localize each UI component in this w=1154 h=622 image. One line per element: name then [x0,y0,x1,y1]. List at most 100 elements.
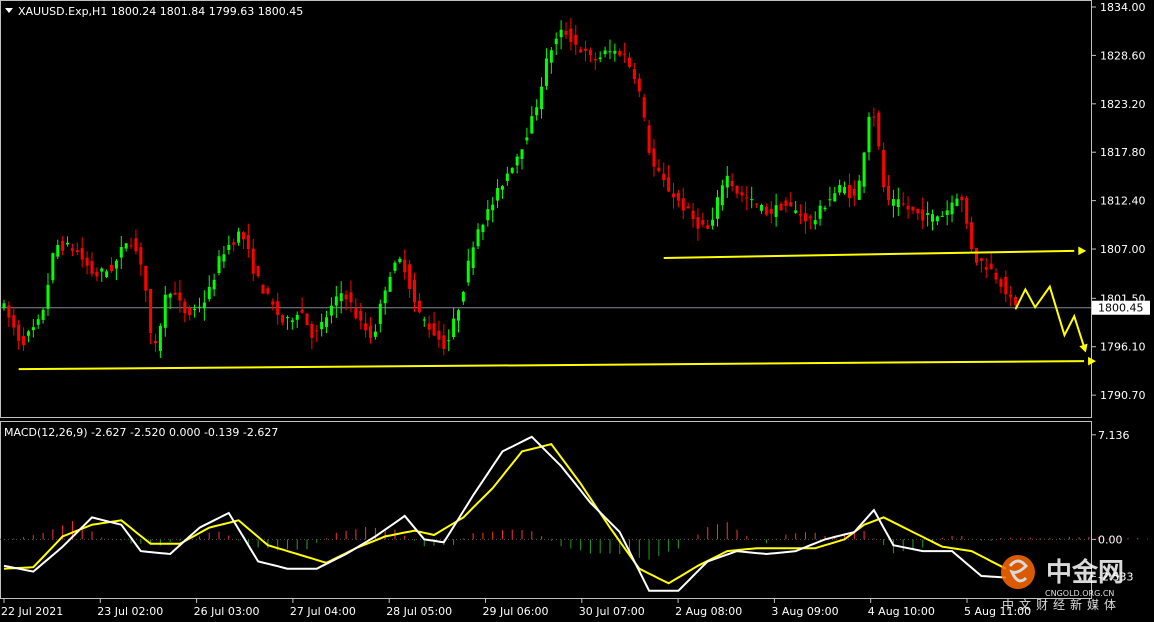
candle-body [173,292,177,295]
candle-body [12,315,16,328]
candle-body [833,193,837,202]
candle-body [955,198,959,206]
candle-body [144,265,148,291]
candle-body [46,284,50,309]
candle-body [867,116,871,153]
candle-body [921,209,925,221]
candle-body [569,28,573,42]
candle-body [554,38,558,45]
candle-body [774,205,778,217]
candle-body [979,258,983,261]
candle-body [779,203,783,211]
candle-body [794,210,798,213]
candle-body [22,335,26,346]
candle-body [476,229,480,247]
time-tick-label: 26 Jul 03:00 [194,605,260,618]
candle-body [251,248,255,274]
candle-body [344,294,348,300]
candle-body [256,266,260,277]
time-tick-label: 2 Aug 08:00 [675,605,742,618]
candle-body [891,199,895,206]
candle-body [999,279,1003,287]
candle-body [1014,296,1018,306]
candle-body [70,248,74,251]
candle-body [530,116,534,134]
watermark-title: 中金网 [1046,557,1124,588]
candle-body [456,310,460,321]
candle-body [725,175,729,188]
candle-body [408,264,412,289]
candle-body [843,187,847,194]
watermark-subtitle: 中文财经新媒体 [1002,597,1121,612]
candle-body [989,263,993,270]
candle-body [437,330,441,340]
candle-body [290,320,294,323]
candle-body [828,199,832,201]
candle-body [691,210,695,219]
candle-body [652,148,656,167]
candle-body [168,293,172,298]
candle-body [378,303,382,324]
time-tick-label: 29 Jul 06:00 [483,605,549,618]
candle-body [818,205,822,219]
candle-body [657,167,661,172]
candle-body [1009,294,1013,298]
candle-body [261,284,265,294]
time-tick-label: 28 Jul 05:00 [386,605,452,618]
candle-body [970,222,974,250]
candle-body [207,286,211,300]
candle-body [623,53,627,55]
candle-body [139,247,143,265]
candle-body [246,235,250,250]
candle-body [110,264,114,272]
candle-body [300,309,304,313]
candle-body [579,49,583,53]
time-tick-label: 23 Jul 02:00 [97,605,163,618]
candle-body [325,317,329,327]
macd-header: MACD(12,26,9) -2.627 -2.520 0.000 -0.139… [4,426,278,439]
candle-body [349,292,353,303]
time-tick-label: 22 Jul 2021 [1,605,63,618]
candle-body [134,238,138,252]
candle-body [740,192,744,196]
candle-body [51,253,55,281]
current-price-label: 1800.45 [1098,302,1144,315]
symbol-header: XAUUSD.Exp,H1 1800.24 1801.84 1799.63 18… [18,5,303,18]
candle-body [90,261,94,274]
candle-body [75,250,79,253]
price-tick-label: 1790.70 [1100,389,1146,402]
candle-body [711,219,715,226]
candle-body [808,216,812,219]
candle-body [637,78,641,92]
background [0,0,1154,622]
candle-body [1004,276,1008,295]
candle-body [847,184,851,199]
candle-body [85,257,89,266]
candle-body [935,216,939,222]
candle-body [491,204,495,211]
candle-body [715,197,719,219]
candle-body [598,57,602,60]
candle-body [911,206,915,211]
candle-body [305,313,309,325]
candle-body [535,107,539,116]
candle-body [461,291,465,302]
candle-body [559,29,563,38]
candle-body [525,137,529,141]
candle-body [149,289,153,334]
candle-body [95,271,99,277]
candle-body [100,268,104,272]
time-tick-label: 30 Jul 07:00 [579,605,645,618]
candle-body [266,288,270,294]
time-tick-label: 4 Aug 10:00 [868,605,935,618]
candle-body [984,266,988,270]
candle-body [320,321,324,330]
candle-body [334,296,338,306]
price-tick-label: 1796.10 [1100,341,1146,354]
candle-body [232,242,236,245]
candle-body [105,271,109,278]
candle-body [510,167,514,173]
candle-body [359,311,363,321]
candle-body [901,203,905,205]
candle-body [965,197,969,224]
